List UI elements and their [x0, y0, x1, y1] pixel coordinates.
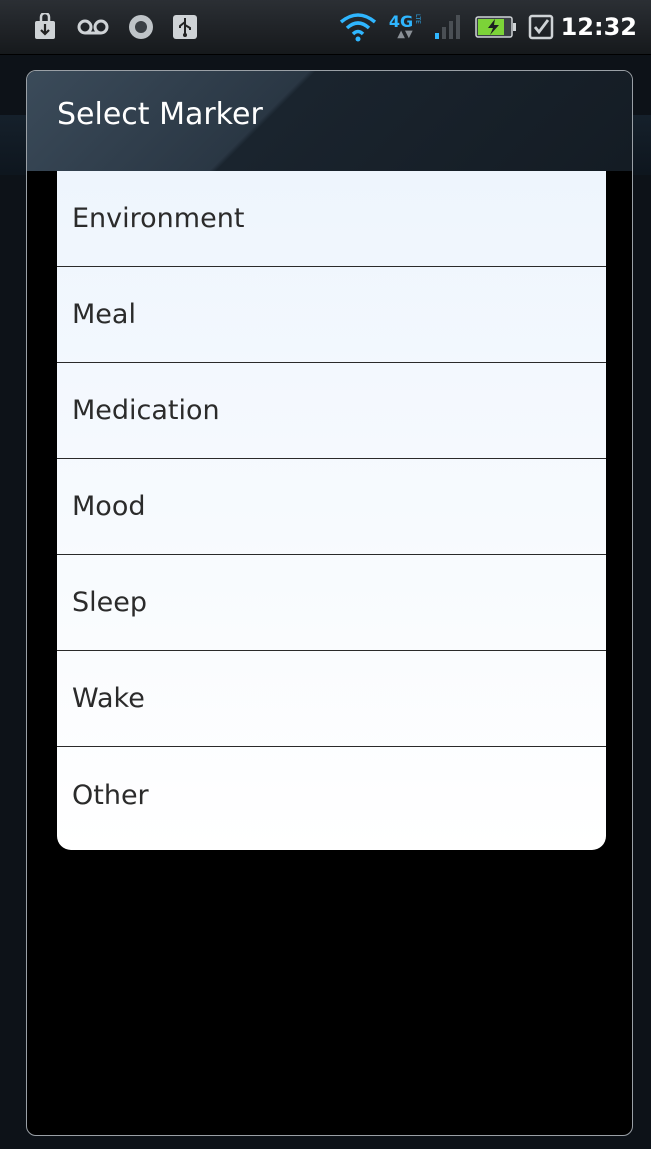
app-icon	[126, 12, 156, 42]
marker-label: Meal	[72, 299, 136, 330]
signal-icon	[432, 12, 462, 42]
marker-item-wake[interactable]: Wake	[57, 651, 606, 747]
checkbox-icon	[526, 12, 556, 42]
marker-label: Mood	[72, 491, 146, 522]
marker-label: Medication	[72, 395, 220, 426]
screen: 4G LTE ▲▼ 12:32 Select Marker Environmen…	[0, 0, 651, 1149]
status-time: 12:32	[560, 13, 637, 41]
voicemail-icon	[76, 12, 110, 42]
marker-item-other[interactable]: Other	[57, 747, 606, 844]
network-4g-lte-icon: 4G LTE ▲▼	[388, 12, 422, 40]
marker-label: Other	[72, 780, 149, 811]
marker-label: Wake	[72, 683, 145, 714]
network-sub-label: LTE	[414, 14, 422, 24]
marker-item-meal[interactable]: Meal	[57, 267, 606, 363]
marker-item-sleep[interactable]: Sleep	[57, 555, 606, 651]
network-label: 4G	[388, 12, 414, 31]
battery-charging-icon	[474, 12, 518, 42]
status-bar: 4G LTE ▲▼ 12:32	[0, 0, 651, 55]
dialog-header: Select Marker	[27, 71, 632, 171]
marker-item-environment[interactable]: Environment	[57, 171, 606, 267]
marker-label: Environment	[72, 203, 245, 234]
dialog-title: Select Marker	[57, 97, 263, 132]
marker-label: Sleep	[72, 587, 148, 618]
usb-icon	[170, 12, 200, 42]
marker-list: Environment Meal Medication Mood Sleep W…	[57, 171, 606, 850]
wifi-icon	[338, 12, 378, 42]
marker-item-medication[interactable]: Medication	[57, 363, 606, 459]
download-icon	[30, 12, 60, 42]
select-marker-dialog: Select Marker Environment Meal Medicatio…	[26, 70, 633, 1136]
marker-item-mood[interactable]: Mood	[57, 459, 606, 555]
